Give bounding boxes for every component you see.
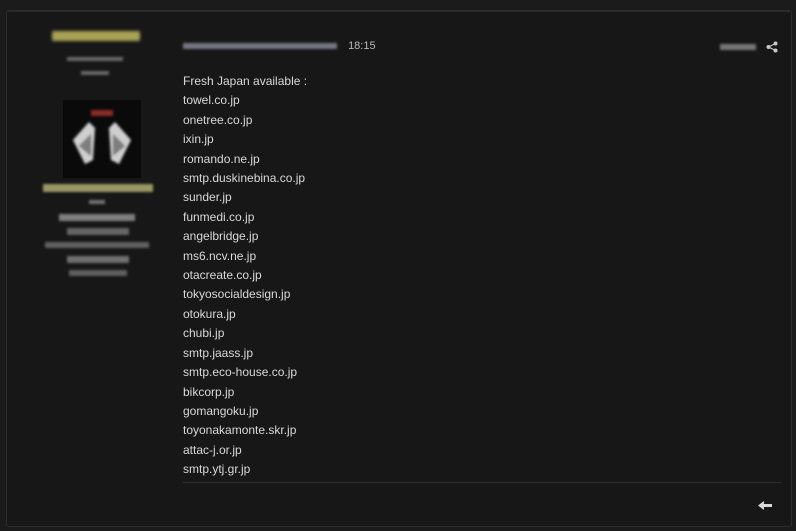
message-line: ixin.jp — [183, 132, 214, 147]
message-line: funmedi.co.jp — [183, 209, 255, 224]
message-line: gomangoku.jp — [183, 403, 259, 418]
message-line: smtp.jaass.jp — [183, 345, 254, 360]
message-line: sunder.jp — [183, 190, 232, 205]
post-body: Fresh Japan available : towel.co.jp onet… — [183, 72, 307, 480]
message-line: romando.ne.jp — [183, 151, 260, 166]
message-line: angelbridge.jp — [183, 229, 259, 244]
post-time: 18:15 — [348, 40, 376, 52]
user-rank-text — [67, 57, 123, 75]
report-link[interactable] — [720, 41, 758, 53]
reply-icon[interactable] — [757, 500, 773, 511]
message-line: attac-j.or.jp — [183, 442, 242, 457]
message-line: otokura.jp — [183, 306, 236, 321]
post-meta: 18:15 — [183, 40, 376, 52]
message-line: Fresh Japan available : — [183, 74, 308, 88]
avatar[interactable] — [63, 100, 141, 178]
user-info — [43, 184, 153, 276]
share-icon[interactable] — [766, 41, 778, 53]
message-line: towel.co.jp — [183, 93, 240, 108]
message-line: chubi.jp — [183, 326, 225, 341]
message-line: tokyosocialdesign.jp — [183, 287, 291, 302]
username[interactable] — [52, 29, 144, 43]
message-line: otacreate.co.jp — [183, 268, 262, 283]
message-line: ms6.ncv.ne.jp — [183, 248, 257, 263]
post-container: 18:15 Fresh Japan available : towel.co.j… — [6, 10, 792, 527]
message-line: onetree.co.jp — [183, 112, 253, 127]
top-divider — [7, 11, 791, 12]
message-line: smtp.ytj.gr.jp — [183, 462, 251, 477]
message-line: smtp.duskinebina.co.jp — [183, 171, 306, 186]
message-line: toyonakamonte.skr.jp — [183, 423, 297, 438]
message-line: bikcorp.jp — [183, 384, 235, 399]
post-date — [183, 43, 337, 50]
post-footer-divider — [183, 482, 781, 483]
message-line: smtp.eco-house.co.jp — [183, 365, 298, 380]
